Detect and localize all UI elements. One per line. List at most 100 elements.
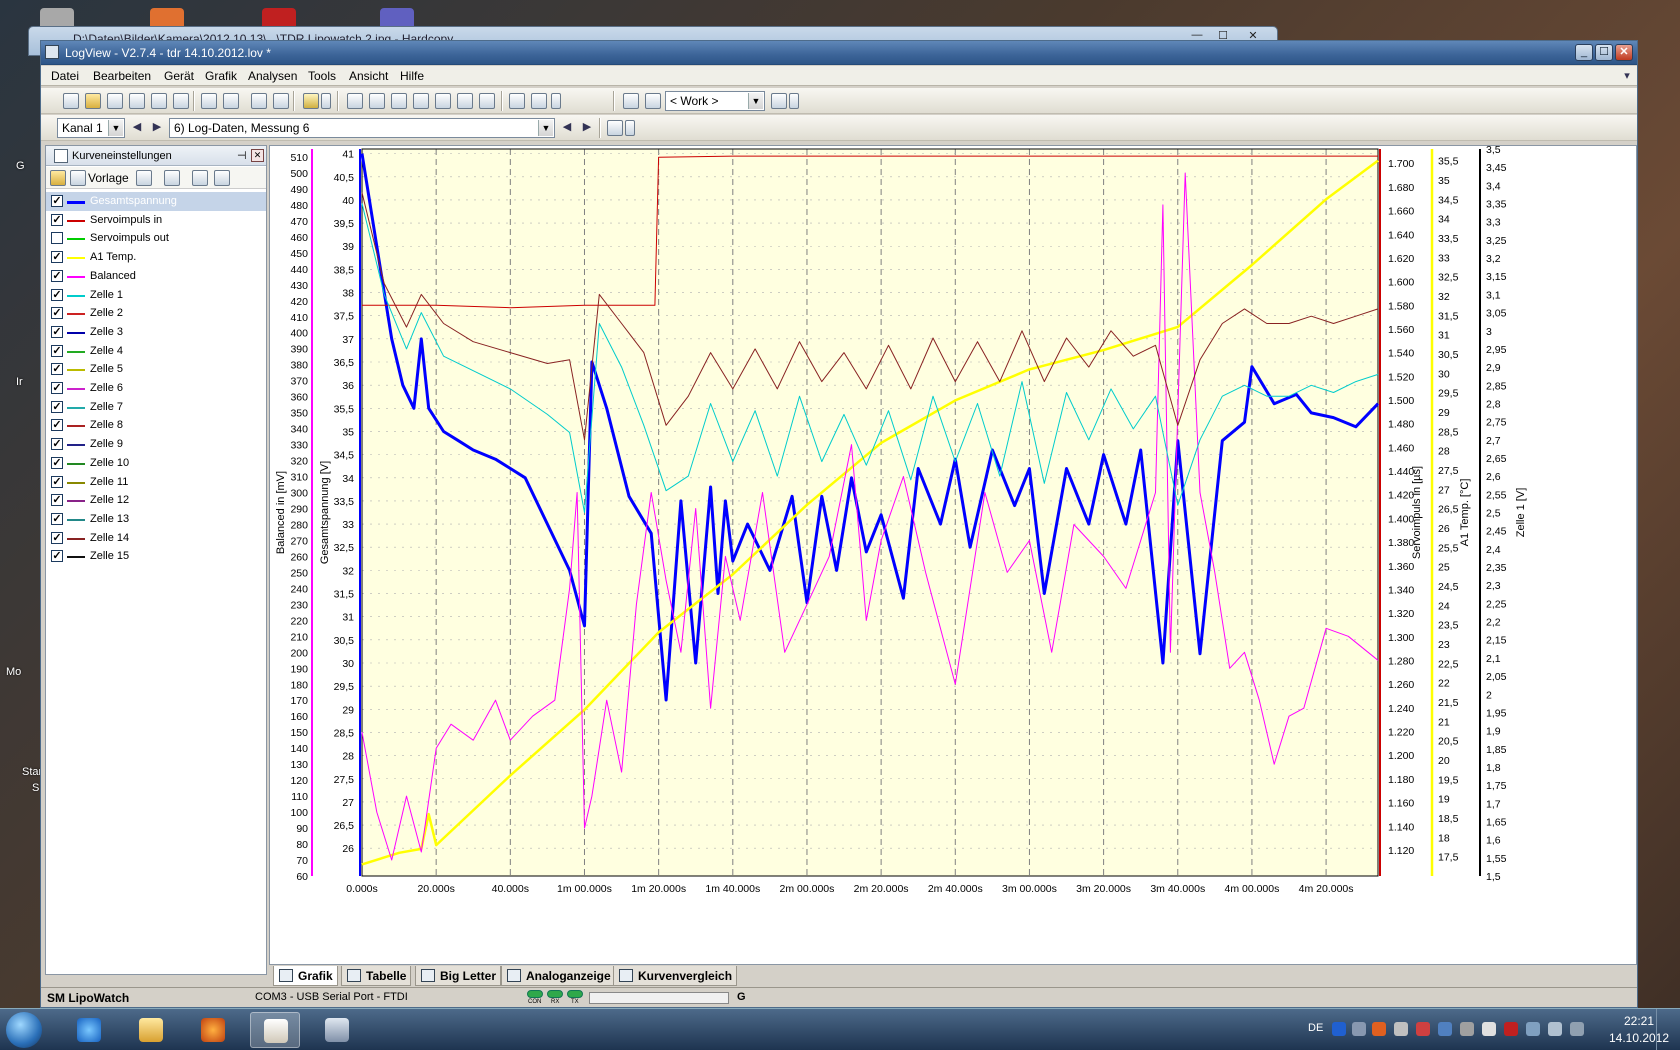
curve-enable-icon[interactable] [192, 170, 208, 186]
curve-row[interactable]: ✓ A1 Temp. [46, 248, 266, 267]
tray-language[interactable]: DE [1308, 1022, 1323, 1034]
curve-checkbox[interactable]: ✓ [51, 363, 63, 376]
curve-row[interactable]: Servoimpuls out [46, 229, 266, 248]
clock-icon[interactable] [435, 93, 451, 109]
clipboard-icon[interactable] [607, 120, 623, 136]
curve-checkbox[interactable]: ✓ [51, 288, 63, 301]
tab-big-letter[interactable]: Big Letter [415, 966, 502, 986]
open-folder-icon[interactable] [85, 93, 101, 109]
taskbar-explorer[interactable] [126, 1012, 176, 1048]
curve-checkbox[interactable]: ✓ [51, 251, 63, 264]
curve-row[interactable]: ✓ Balanced [46, 267, 266, 286]
volume-icon[interactable] [1548, 1022, 1562, 1036]
menu-overflow-icon[interactable]: ▾ [1619, 68, 1635, 84]
dropdown-arrow-icon[interactable] [625, 120, 635, 136]
dropdown-arrow-icon[interactable] [321, 93, 331, 109]
merge-data-icon[interactable] [273, 93, 289, 109]
zoom-in-icon[interactable] [509, 93, 525, 109]
taskbar-ie[interactable] [64, 1012, 114, 1048]
delete-data-icon[interactable] [251, 93, 267, 109]
measure-icon[interactable] [457, 93, 473, 109]
curve-row[interactable]: ✓ Gesamtspannung [46, 192, 266, 211]
zoom-box-icon[interactable] [391, 93, 407, 109]
save-as-icon[interactable] [129, 93, 145, 109]
menu-tools[interactable]: Tools [308, 69, 336, 83]
title-bar[interactable]: LogView - V2.7.4 - tdr 14.10.2012.lov * … [41, 41, 1637, 65]
help-icon[interactable] [1332, 1022, 1346, 1036]
curve-row[interactable]: ✓ Zelle 10 [46, 454, 266, 473]
save-icon[interactable] [70, 170, 86, 186]
pin-icon[interactable]: ⊣ [237, 149, 247, 162]
curve-row[interactable]: ✓ Zelle 7 [46, 398, 266, 417]
zoom-out-icon[interactable] [531, 93, 547, 109]
taskbar-logview[interactable] [250, 1012, 300, 1048]
chart[interactable]: 0.000s 20.000s 40.000s 1m 00.000s 1m 20.000s… [270, 146, 1636, 964]
curve-checkbox[interactable]: ✓ [51, 195, 63, 207]
curve-row[interactable]: ✓ Zelle 15 [46, 547, 266, 566]
tray-app-icon[interactable] [1570, 1022, 1584, 1036]
tray-app-icon[interactable] [1372, 1022, 1386, 1036]
measurement-prev-icon[interactable]: ◀ [559, 119, 575, 135]
dropdown-arrow-icon[interactable] [789, 93, 799, 109]
curve-row[interactable]: ✓ Zelle 6 [46, 379, 266, 398]
curve-checkbox[interactable]: ✓ [51, 475, 63, 488]
grid-icon[interactable] [413, 93, 429, 109]
curve-checkbox[interactable]: ✓ [51, 550, 63, 563]
copy-icon[interactable] [173, 93, 189, 109]
curve-checkbox[interactable]: ✓ [51, 512, 63, 525]
save-icon[interactable] [107, 93, 123, 109]
curve-checkbox[interactable]: ✓ [51, 456, 63, 469]
work-combo[interactable]: < Work > ▼ [665, 91, 765, 111]
chevron-down-icon[interactable]: ▼ [538, 120, 553, 136]
curve-checkbox[interactable]: ✓ [51, 494, 63, 507]
curve-checkbox[interactable]: ✓ [51, 269, 63, 282]
curve-row[interactable]: ✓ Servoimpuls in [46, 211, 266, 230]
workspace-save-icon[interactable] [645, 93, 661, 109]
panel-close-icon[interactable]: ✕ [251, 149, 264, 162]
chart-panel[interactable]: 0.000s 20.000s 40.000s 1m 00.000s 1m 20.000s… [269, 145, 1637, 965]
curve-disable-icon[interactable] [214, 170, 230, 186]
open-folder-icon[interactable] [50, 170, 66, 186]
curve-row[interactable]: ✓ Zelle 14 [46, 529, 266, 548]
show-desktop-button[interactable] [1656, 1009, 1680, 1050]
channel-combo[interactable]: Kanal 1 ▼ [57, 118, 125, 138]
curve-checkbox[interactable]: ✓ [51, 438, 63, 451]
curve-row[interactable]: ✓ Zelle 4 [46, 342, 266, 361]
curve-checkbox[interactable]: ✓ [51, 307, 63, 320]
channel-prev-icon[interactable]: ◀ [129, 119, 145, 135]
taskbar-firefox[interactable] [188, 1012, 238, 1048]
curve-style-icon[interactable] [164, 170, 180, 186]
curve-checkbox[interactable]: ✓ [51, 213, 63, 226]
menu-analysen[interactable]: Analysen [248, 69, 297, 83]
settings-icon[interactable] [223, 93, 239, 109]
tab-analoganzeige[interactable]: Analoganzeige [501, 966, 616, 986]
tray-app-icon[interactable] [1438, 1022, 1452, 1036]
curve-row[interactable]: ✓ Zelle 12 [46, 491, 266, 510]
curve-row[interactable]: ✓ Zelle 3 [46, 323, 266, 342]
minimize-button[interactable]: _ [1575, 44, 1593, 61]
tab-grafik[interactable]: Grafik [273, 966, 338, 986]
print-icon[interactable] [151, 93, 167, 109]
tray-app-icon[interactable] [1394, 1022, 1408, 1036]
menu-datei[interactable]: Datei [51, 69, 79, 83]
maximize-button[interactable]: ☐ [1595, 44, 1613, 61]
chevron-down-icon[interactable]: ▼ [108, 120, 123, 136]
new-file-icon[interactable] [63, 93, 79, 109]
measurement-next-icon[interactable]: ▶ [579, 119, 595, 135]
curve-row[interactable]: ✓ Zelle 2 [46, 304, 266, 323]
menu-geraet[interactable]: Gerät [164, 69, 194, 83]
tab-tabelle[interactable]: Tabelle [341, 966, 412, 986]
menu-bearbeiten[interactable]: Bearbeiten [93, 69, 151, 83]
curve-checkbox[interactable]: ✓ [51, 382, 63, 394]
security-icon[interactable] [1504, 1022, 1518, 1036]
menu-hilfe[interactable]: Hilfe [400, 69, 424, 83]
network-icon[interactable] [1526, 1022, 1540, 1036]
curve-row[interactable]: ✓ Zelle 5 [46, 360, 266, 379]
taskbar-network-app[interactable] [312, 1012, 362, 1048]
template-label[interactable]: Vorlage [88, 171, 129, 185]
tray-app-icon[interactable] [1460, 1022, 1474, 1036]
curve-checkbox[interactable]: ✓ [51, 531, 63, 544]
curve-checkbox[interactable] [51, 232, 63, 245]
curve-row[interactable]: ✓ Zelle 13 [46, 510, 266, 529]
curve-checkbox[interactable]: ✓ [51, 400, 63, 413]
